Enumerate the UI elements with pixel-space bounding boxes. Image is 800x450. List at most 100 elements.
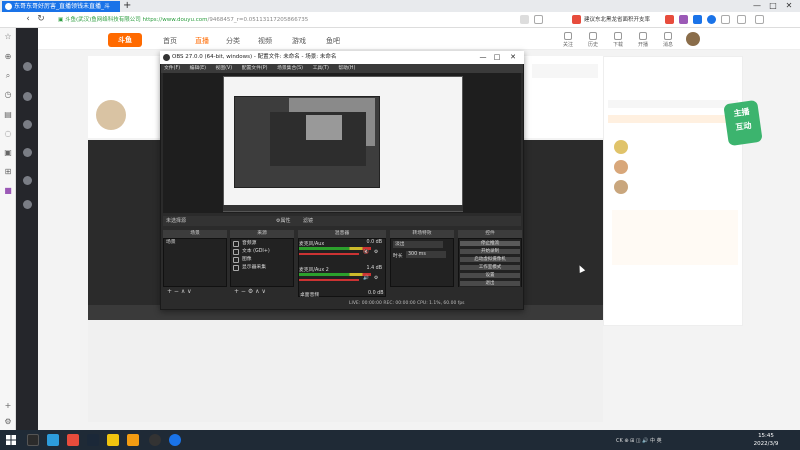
sidebar-item-4[interactable] (16, 148, 38, 158)
minimize-button[interactable]: — (750, 0, 764, 11)
ranking-tabs[interactable] (608, 115, 738, 123)
menu-profile[interactable]: 配置文件(P) (242, 66, 268, 71)
news-icon[interactable] (572, 15, 581, 24)
url-field[interactable]: ▣ 斗鱼(武汉)鱼网络科技有限公司 https://www.douyu.com/… (58, 15, 358, 25)
promo-text[interactable]: 建议东北黑龙省面积开支率 (584, 15, 650, 25)
system-tray[interactable]: CK ⊕ ⊞ ◫ 🔊 中 英 (616, 437, 662, 444)
cart-icon[interactable]: ⊞ (3, 167, 13, 176)
streamer-avatar[interactable] (96, 100, 126, 130)
menu-file[interactable]: 文件(F) (164, 66, 180, 71)
obs-taskbar-icon[interactable] (149, 434, 161, 446)
volume-slider-1[interactable] (299, 253, 359, 255)
extension-1-icon[interactable] (665, 15, 674, 24)
obs-minimize-button[interactable]: — (476, 51, 490, 64)
new-tab-button[interactable]: + (123, 0, 131, 11)
extension-3-icon[interactable] (693, 15, 702, 24)
bookmark-icon[interactable]: ⊕ (3, 52, 13, 61)
maximize-button[interactable]: □ (766, 0, 780, 11)
nav-category[interactable]: 分类 (226, 36, 240, 46)
properties-button[interactable]: ⚙属性 (276, 216, 290, 226)
app-taskbar-icon-2[interactable] (67, 434, 79, 446)
app-taskbar-icon-1[interactable] (47, 434, 59, 446)
sidebar-item-5[interactable] (16, 176, 38, 186)
source-item-text[interactable]: 文本 (GDI+) (230, 248, 294, 256)
app-icon[interactable]: ■ (3, 186, 13, 195)
menu-scene-collection[interactable]: 场景集合(S) (277, 66, 303, 71)
volume-slider-2[interactable] (299, 279, 359, 281)
browser-tab-active[interactable]: 东哥东哥好厉害_直播领钱未直播_斗 (2, 1, 120, 12)
menu-edit[interactable]: 编辑(E) (190, 66, 206, 71)
studio-mode-button[interactable]: 工作室模式 (459, 264, 521, 271)
sources-toolbar[interactable]: + − ⚙ ∧ ∨ (230, 287, 294, 296)
sidebar-item-3[interactable] (16, 120, 38, 130)
user-avatar[interactable] (686, 32, 700, 46)
start-recording-button[interactable]: 开始录制 (459, 248, 521, 255)
menu-view[interactable]: 视图(V) (216, 66, 233, 71)
obs-close-button[interactable]: ✕ (506, 51, 520, 64)
transition-select[interactable]: 淡出 (393, 241, 443, 248)
favorites-star-icon[interactable]: ☆ (3, 32, 13, 41)
obs-maximize-button[interactable]: □ (490, 51, 504, 64)
source-item-display[interactable]: 显示器采集 (230, 264, 294, 272)
nav-history[interactable]: 历史 (582, 32, 604, 48)
search-icon[interactable]: ⌕ (3, 71, 13, 80)
steam-taskbar-icon[interactable] (87, 434, 99, 446)
history-icon[interactable]: ◷ (3, 90, 13, 99)
browser-taskbar-icon[interactable] (169, 434, 181, 446)
taskbar-clock[interactable]: 15:45 2022/3/9 (746, 432, 786, 448)
extension-2-icon[interactable] (679, 15, 688, 24)
menu-tools[interactable]: 工具(T) (313, 66, 329, 71)
add-sidebar-icon[interactable]: + (3, 401, 13, 410)
nav-video[interactable]: 视频 (258, 36, 272, 46)
bag-icon[interactable]: ▣ (3, 148, 13, 157)
duration-input[interactable]: 300 ms (406, 251, 446, 258)
nav-live[interactable]: 直播 (195, 36, 209, 46)
douyu-logo[interactable]: 斗鱼 (108, 33, 142, 47)
notes-icon[interactable]: ▤ (3, 110, 13, 119)
menu-help[interactable]: 帮助(H) (338, 66, 355, 71)
mute-speaker-icon-1[interactable]: 🔇 (363, 250, 369, 255)
sidebar-item-5-icon (22, 176, 32, 185)
read-mode-icon[interactable] (520, 15, 529, 24)
mixer-gear-icon-1[interactable]: ⚙ (374, 250, 378, 255)
fan-avatar-1[interactable] (614, 140, 628, 154)
nav-messages[interactable]: 消息 (657, 32, 679, 48)
downloads-icon[interactable] (737, 15, 746, 24)
nav-fishbar[interactable]: 鱼吧 (326, 36, 340, 46)
search-taskbar-icon[interactable] (27, 434, 39, 446)
promo-badge[interactable]: 主播 互动 (723, 99, 763, 147)
chat-icon[interactable]: ◌ (3, 129, 13, 138)
nav-broadcast[interactable]: 开播 (632, 32, 654, 48)
close-button[interactable]: ✕ (782, 0, 796, 11)
sidebar-item-2[interactable] (16, 92, 38, 102)
app-taskbar-icon-4[interactable] (127, 434, 139, 446)
filters-button[interactable]: 滤镜 (303, 216, 313, 226)
nav-games[interactable]: 游戏 (292, 36, 306, 46)
nav-download[interactable]: 下载 (607, 32, 629, 48)
sidebar-item-6[interactable] (16, 200, 38, 210)
refresh-button[interactable]: ↻ (35, 13, 47, 26)
source-item-audio[interactable]: 音频源 (230, 240, 294, 248)
mixer-gear-icon-2[interactable]: ⚙ (374, 276, 378, 281)
menu-icon[interactable] (755, 15, 764, 24)
windows-start-icon[interactable] (6, 435, 16, 445)
scenes-toolbar[interactable]: + − ∧ ∨ (163, 287, 227, 296)
virtual-camera-button[interactable]: 启动虚拟摄像机 (459, 256, 521, 263)
screenshot-icon[interactable] (721, 15, 730, 24)
back-button[interactable]: ‹ (22, 13, 34, 26)
exit-button[interactable]: 退出 (459, 280, 521, 287)
stop-stream-button[interactable]: 停止推流 (459, 240, 521, 247)
sidebar-item-1[interactable] (16, 62, 38, 72)
fan-avatar-2[interactable] (614, 160, 628, 174)
speaker-icon-2[interactable]: 🔊 (363, 276, 369, 281)
settings-gear-icon[interactable]: ⚙ (3, 417, 13, 426)
source-item-image[interactable]: 图像 (230, 256, 294, 264)
settings-button[interactable]: 设置 (459, 272, 521, 279)
nav-home[interactable]: 首页 (163, 36, 177, 46)
nav-follow[interactable]: 关注 (557, 32, 579, 48)
dropdown-icon[interactable] (534, 15, 543, 24)
app-taskbar-icon-3[interactable] (107, 434, 119, 446)
scene-item[interactable]: 场景 (164, 239, 226, 246)
fan-avatar-3[interactable] (614, 180, 628, 194)
edge-icon[interactable] (707, 15, 716, 24)
